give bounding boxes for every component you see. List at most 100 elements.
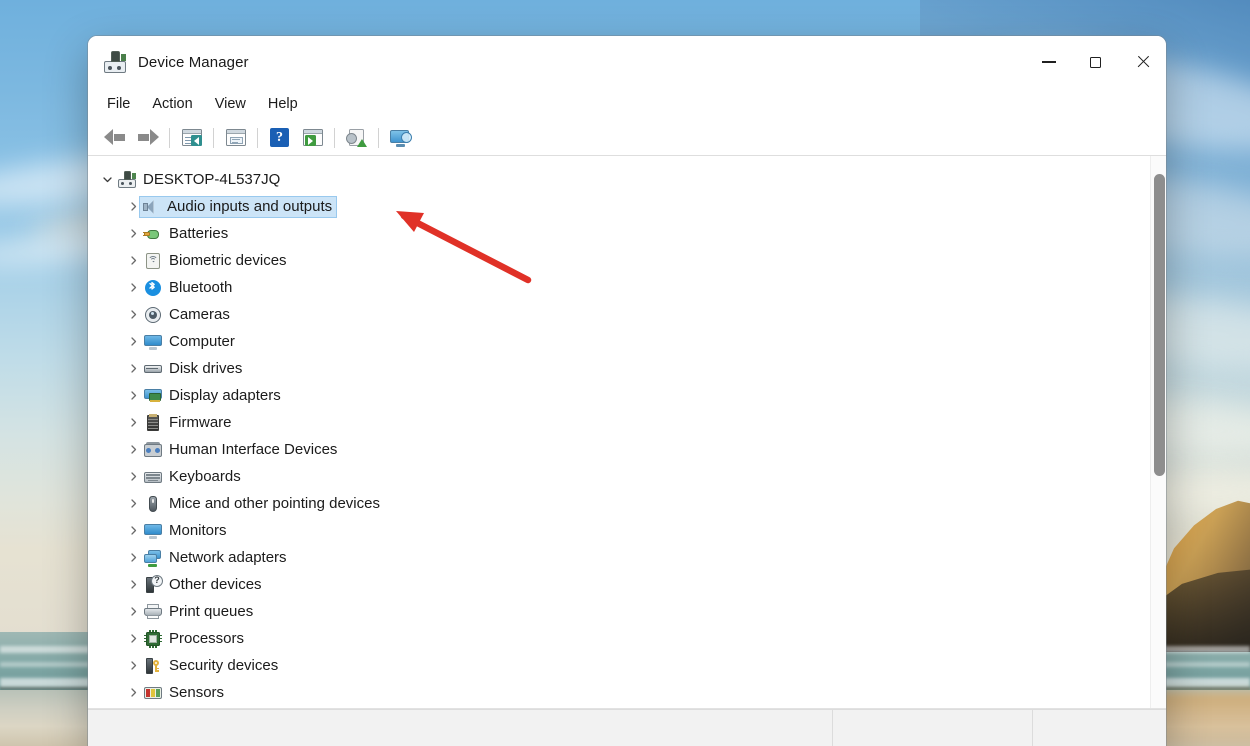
forward-button[interactable]	[131, 123, 164, 153]
monitor-icon	[144, 333, 162, 351]
fingerprint-icon	[144, 252, 162, 270]
status-bar	[88, 709, 1166, 746]
chevron-right-icon[interactable]	[124, 579, 142, 590]
close-icon	[1136, 55, 1150, 69]
arrow-right-icon	[137, 129, 159, 146]
device-tree[interactable]: DESKTOP-4L537JQ Audio inputs and outputs	[88, 156, 1150, 708]
tree-root-label: DESKTOP-4L537JQ	[143, 171, 280, 188]
tree-root-node[interactable]: DESKTOP-4L537JQ	[88, 166, 1150, 193]
menu-item-file[interactable]: File	[96, 92, 141, 116]
tree-item-display-adapters[interactable]: Display adapters	[88, 382, 1150, 409]
disk-drive-icon	[144, 360, 162, 378]
chevron-right-icon[interactable]	[124, 390, 142, 401]
tree-item-label: Print queues	[169, 603, 253, 620]
chevron-right-icon[interactable]	[124, 255, 142, 266]
chevron-right-icon[interactable]	[124, 444, 142, 455]
tree-item-label: Keyboards	[169, 468, 241, 485]
chevron-right-icon[interactable]	[124, 606, 142, 617]
tree-item-label: Biometric devices	[169, 252, 287, 269]
chevron-right-icon[interactable]	[124, 228, 142, 239]
tree-item-other-devices[interactable]: ? Other devices	[88, 571, 1150, 598]
device-manager-icon	[104, 51, 126, 73]
menu-item-action[interactable]: Action	[141, 92, 203, 116]
tree-item-audio-inputs-and-outputs[interactable]: Audio inputs and outputs	[88, 193, 1150, 220]
tree-item-label: Batteries	[169, 225, 228, 242]
tree-item-label: Other devices	[169, 576, 262, 593]
chevron-right-icon[interactable]	[124, 417, 142, 428]
tree-item-security-devices[interactable]: Security devices	[88, 652, 1150, 679]
monitor-icon	[144, 522, 162, 540]
tree-item-bluetooth[interactable]: Bluetooth	[88, 274, 1150, 301]
tree-item-batteries[interactable]: Batteries	[88, 220, 1150, 247]
title-bar: Device Manager	[88, 36, 1166, 88]
tree-item-processors[interactable]: Processors	[88, 625, 1150, 652]
tree-item-mice-and-other-pointing-devices[interactable]: Mice and other pointing devices	[88, 490, 1150, 517]
chevron-down-icon[interactable]	[98, 174, 116, 185]
properties-button[interactable]	[219, 123, 252, 153]
toolbar-separator	[334, 128, 335, 148]
unknown-device-icon: ?	[144, 576, 162, 594]
tree-item-label: Network adapters	[169, 549, 287, 566]
security-key-icon	[144, 657, 162, 675]
menu-item-view[interactable]: View	[204, 92, 257, 116]
show-hide-action-pane-button[interactable]	[296, 123, 329, 153]
printer-icon	[144, 603, 162, 621]
tree-item-monitors[interactable]: Monitors	[88, 517, 1150, 544]
tree-vertical-scrollbar[interactable]	[1150, 156, 1166, 708]
tree-item-disk-drives[interactable]: Disk drives	[88, 355, 1150, 382]
update-driver-button[interactable]	[340, 123, 373, 153]
show-hide-console-tree-button[interactable]	[175, 123, 208, 153]
tree-item-label: Monitors	[169, 522, 227, 539]
close-button[interactable]	[1119, 36, 1166, 88]
processor-icon	[144, 630, 162, 648]
chevron-right-icon[interactable]	[124, 336, 142, 347]
tree-item-firmware[interactable]: Firmware	[88, 409, 1150, 436]
back-button[interactable]	[98, 123, 131, 153]
tree-item-biometric-devices[interactable]: Biometric devices	[88, 247, 1150, 274]
tree-item-keyboards[interactable]: Keyboards	[88, 463, 1150, 490]
chevron-right-icon[interactable]	[124, 633, 142, 644]
chevron-right-icon[interactable]	[124, 525, 142, 536]
chevron-right-icon[interactable]	[124, 687, 142, 698]
tree-item-cameras[interactable]: Cameras	[88, 301, 1150, 328]
tree-item-label: Mice and other pointing devices	[169, 495, 380, 512]
scrollbar-thumb[interactable]	[1154, 174, 1165, 476]
tree-item-computer[interactable]: Computer	[88, 328, 1150, 355]
speaker-icon	[142, 198, 160, 216]
chevron-right-icon[interactable]	[124, 282, 142, 293]
toolbar: ?	[88, 120, 1166, 156]
scan-for-hardware-changes-button[interactable]	[384, 123, 417, 153]
maximize-button[interactable]	[1072, 36, 1119, 88]
tree-item-label: Security devices	[169, 657, 278, 674]
toolbar-separator	[378, 128, 379, 148]
menu-item-help[interactable]: Help	[257, 92, 309, 116]
tree-item-network-adapters[interactable]: Network adapters	[88, 544, 1150, 571]
chevron-right-icon[interactable]	[124, 498, 142, 509]
display-adapter-icon	[144, 387, 162, 405]
computer-icon	[118, 171, 136, 189]
tree-item-label: Sensors	[169, 684, 224, 701]
network-adapter-icon	[144, 549, 162, 567]
menu-bar: File Action View Help	[88, 88, 1166, 120]
status-bar-segment-3	[1033, 710, 1166, 746]
tree-item-print-queues[interactable]: Print queues	[88, 598, 1150, 625]
chevron-right-icon[interactable]	[124, 309, 142, 320]
chevron-right-icon[interactable]	[124, 660, 142, 671]
toolbar-separator	[213, 128, 214, 148]
properties-icon	[226, 129, 246, 146]
firmware-chip-icon	[144, 414, 162, 432]
tree-item-sensors[interactable]: Sensors	[88, 679, 1150, 706]
window-title: Device Manager	[138, 54, 249, 71]
chevron-right-icon[interactable]	[124, 552, 142, 563]
tree-item-label: Processors	[169, 630, 244, 647]
tree-item-human-interface-devices[interactable]: Human Interface Devices	[88, 436, 1150, 463]
help-button[interactable]: ?	[263, 123, 296, 153]
chevron-right-icon[interactable]	[124, 363, 142, 374]
minimize-button[interactable]	[1025, 36, 1072, 88]
minimize-icon	[1042, 61, 1056, 62]
scan-hardware-icon	[390, 129, 411, 147]
chevron-right-icon[interactable]	[124, 471, 142, 482]
window-controls	[1025, 36, 1166, 88]
camera-icon	[144, 306, 162, 324]
tree-item-label: Bluetooth	[169, 279, 232, 296]
